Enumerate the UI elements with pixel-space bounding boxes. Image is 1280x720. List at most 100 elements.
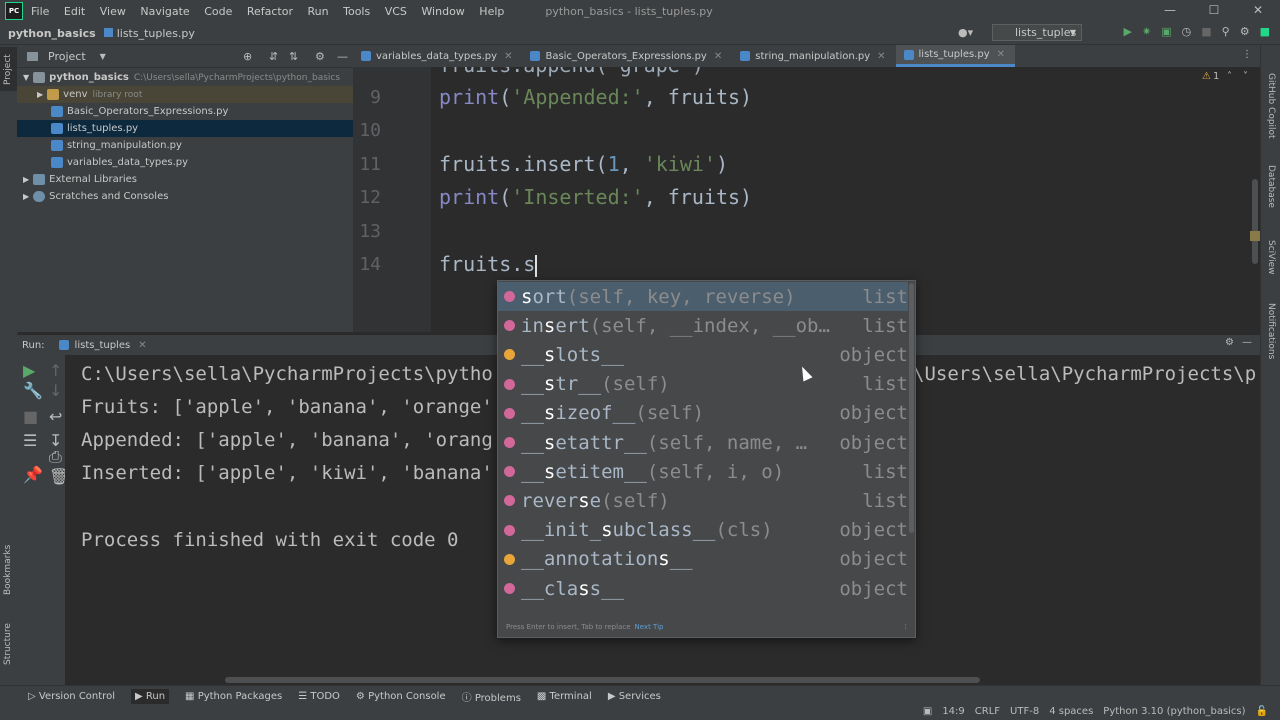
run-config-select[interactable]: lists_tuples ▼: [992, 24, 1082, 41]
project-tool-label[interactable]: Project: [3, 54, 13, 85]
sciview-tool-label[interactable]: SciView: [1266, 240, 1276, 275]
tab-basic-operators[interactable]: Basic_Operators_Expressions.py ✕: [522, 45, 732, 67]
profile-icon[interactable]: ◷: [1182, 25, 1192, 38]
search-icon[interactable]: ⚲: [1222, 25, 1230, 38]
warning-icon[interactable]: ⚠ 1: [1202, 71, 1219, 82]
bookmarks-tool-label[interactable]: Bookmarks: [3, 545, 13, 595]
run-icon[interactable]: ▶: [1124, 25, 1132, 38]
breadcrumb-project[interactable]: python_basics: [8, 27, 96, 40]
run-tab[interactable]: lists_tuples ✕: [58, 340, 147, 351]
maximize-icon[interactable]: ☐: [1192, 0, 1236, 20]
tree-file[interactable]: variables_data_types.py: [17, 154, 387, 171]
project-panel-title[interactable]: Project: [48, 50, 86, 63]
menu-file[interactable]: File: [31, 5, 49, 18]
close-icon[interactable]: ✕: [997, 49, 1005, 60]
debug-icon[interactable]: ✷: [1142, 25, 1151, 38]
coverage-icon[interactable]: ▣: [1161, 25, 1171, 38]
notifications-tool-label[interactable]: Notifications: [1266, 303, 1276, 359]
pycharm-small-icon[interactable]: ■: [1260, 25, 1270, 38]
tree-file-selected[interactable]: lists_tuples.py: [17, 120, 387, 137]
gear-icon[interactable]: ⚙: [1225, 337, 1234, 348]
code-line-9[interactable]: print('Appended:', fruits): [439, 85, 752, 109]
tree-file[interactable]: Basic_Operators_Expressions.py: [17, 103, 387, 120]
next-tip-link[interactable]: Next Tip: [635, 623, 664, 631]
lock-icon[interactable]: 🔓: [1256, 706, 1268, 717]
terminal-button[interactable]: ▩ Terminal: [537, 691, 592, 702]
collapse-icon[interactable]: ⇵: [269, 50, 278, 63]
tree-file[interactable]: string_manipulation.py: [17, 137, 387, 154]
code-line-14[interactable]: fruits.s: [439, 252, 538, 277]
todo-button[interactable]: ☰ TODO: [298, 691, 340, 702]
hide-icon[interactable]: —: [1242, 337, 1252, 348]
version-control-button[interactable]: ▷ Version Control: [28, 691, 115, 702]
menu-vcs[interactable]: VCS: [385, 5, 407, 18]
rerun-icon[interactable]: ▶: [23, 361, 35, 380]
editor-scrollbar[interactable]: [1252, 179, 1258, 264]
menu-window[interactable]: Window: [421, 5, 464, 18]
indent-setting[interactable]: 4 spaces: [1049, 706, 1093, 717]
console-scrollbar[interactable]: [225, 677, 980, 683]
completion-item[interactable]: __init_subclass__ (cls) object: [498, 516, 908, 545]
completion-item[interactable]: __setitem__ (self, i, o) list: [498, 457, 908, 486]
structure-tool-label[interactable]: Structure: [3, 623, 13, 665]
completion-item[interactable]: reverse (self) list: [498, 486, 908, 515]
python-packages-button[interactable]: ▦ Python Packages: [185, 691, 282, 702]
settings-icon[interactable]: ⚙: [1240, 25, 1250, 38]
tab-lists-tuples[interactable]: lists_tuples.py ✕: [895, 45, 1016, 67]
menu-navigate[interactable]: Navigate: [140, 5, 189, 18]
file-encoding[interactable]: UTF-8: [1010, 706, 1039, 717]
more-tabs-icon[interactable]: ⋮: [1242, 49, 1252, 60]
tab-variables-data-types[interactable]: variables_data_types.py ✕: [353, 45, 522, 67]
stop-icon[interactable]: ■: [23, 407, 38, 426]
up-icon[interactable]: ↑: [49, 361, 62, 380]
python-console-button[interactable]: ⚙ Python Console: [356, 691, 446, 702]
chevron-up-icon[interactable]: ˄: [1227, 71, 1232, 82]
run-tool-button[interactable]: ▶ Run: [130, 688, 170, 704]
code-line-11[interactable]: fruits.insert(1, 'kiwi'): [439, 152, 728, 176]
gear-icon[interactable]: ⚙: [315, 50, 325, 63]
tree-root[interactable]: ▼ python_basics C:\Users\sella\PycharmPr…: [17, 69, 359, 86]
menu-edit[interactable]: Edit: [64, 5, 85, 18]
stop-icon[interactable]: ■: [1201, 25, 1211, 38]
python-interpreter[interactable]: Python 3.10 (python_basics): [1103, 706, 1245, 717]
close-icon[interactable]: ✕: [138, 340, 146, 351]
problems-button[interactable]: ⓘ Problems: [462, 689, 521, 704]
completion-item[interactable]: insert (self, __index, __ob… list: [498, 311, 908, 340]
expand-icon[interactable]: ⇅: [289, 50, 298, 63]
close-icon[interactable]: ✕: [1236, 0, 1280, 20]
close-icon[interactable]: ✕: [714, 51, 722, 62]
caret-position[interactable]: 14:9: [942, 706, 964, 717]
user-icon[interactable]: ●▾: [958, 26, 973, 39]
line-separator[interactable]: CRLF: [975, 706, 1000, 717]
menu-run[interactable]: Run: [308, 5, 329, 18]
completion-item[interactable]: __class__ object: [498, 574, 908, 603]
menu-refactor[interactable]: Refactor: [247, 5, 293, 18]
completion-item[interactable]: __annotations__ object: [498, 545, 908, 574]
print-icon[interactable]: ⎙: [49, 447, 62, 467]
close-icon[interactable]: ✕: [877, 51, 885, 62]
breadcrumb-file[interactable]: lists_tuples.py: [103, 27, 195, 40]
completion-item[interactable]: __setattr__ (self, name, … object: [498, 428, 908, 457]
menu-tools[interactable]: Tools: [343, 5, 370, 18]
menu-view[interactable]: View: [100, 5, 126, 18]
minimize-icon[interactable]: —: [1148, 0, 1192, 20]
down-icon[interactable]: ↓: [49, 381, 62, 400]
database-tool-label[interactable]: Database: [1266, 165, 1276, 208]
wrench-icon[interactable]: 🔧: [23, 381, 43, 400]
more-icon[interactable]: ⋮: [902, 623, 909, 631]
completion-scrollbar[interactable]: [909, 283, 914, 533]
completion-item[interactable]: sort (self, key, reverse) list: [498, 282, 908, 311]
completion-item[interactable]: __sizeof__ (self) object: [498, 399, 908, 428]
tree-scratches[interactable]: ▶ Scratches and Consoles: [17, 188, 359, 205]
chevron-down-icon[interactable]: ▼: [100, 52, 106, 61]
code-line-12[interactable]: print('Inserted:', fruits): [439, 185, 752, 209]
status-icon[interactable]: ▣: [923, 706, 932, 717]
chevron-down-icon[interactable]: ˅: [1243, 71, 1248, 82]
hide-icon[interactable]: —: [337, 50, 348, 63]
tree-external-libraries[interactable]: ▶ External Libraries: [17, 171, 359, 188]
services-button[interactable]: ▶ Services: [608, 691, 661, 702]
menu-help[interactable]: Help: [479, 5, 504, 18]
tree-item-venv[interactable]: ▶ venv library root: [17, 86, 373, 103]
menu-code[interactable]: Code: [204, 5, 232, 18]
wrap-icon[interactable]: ↩: [49, 407, 62, 426]
